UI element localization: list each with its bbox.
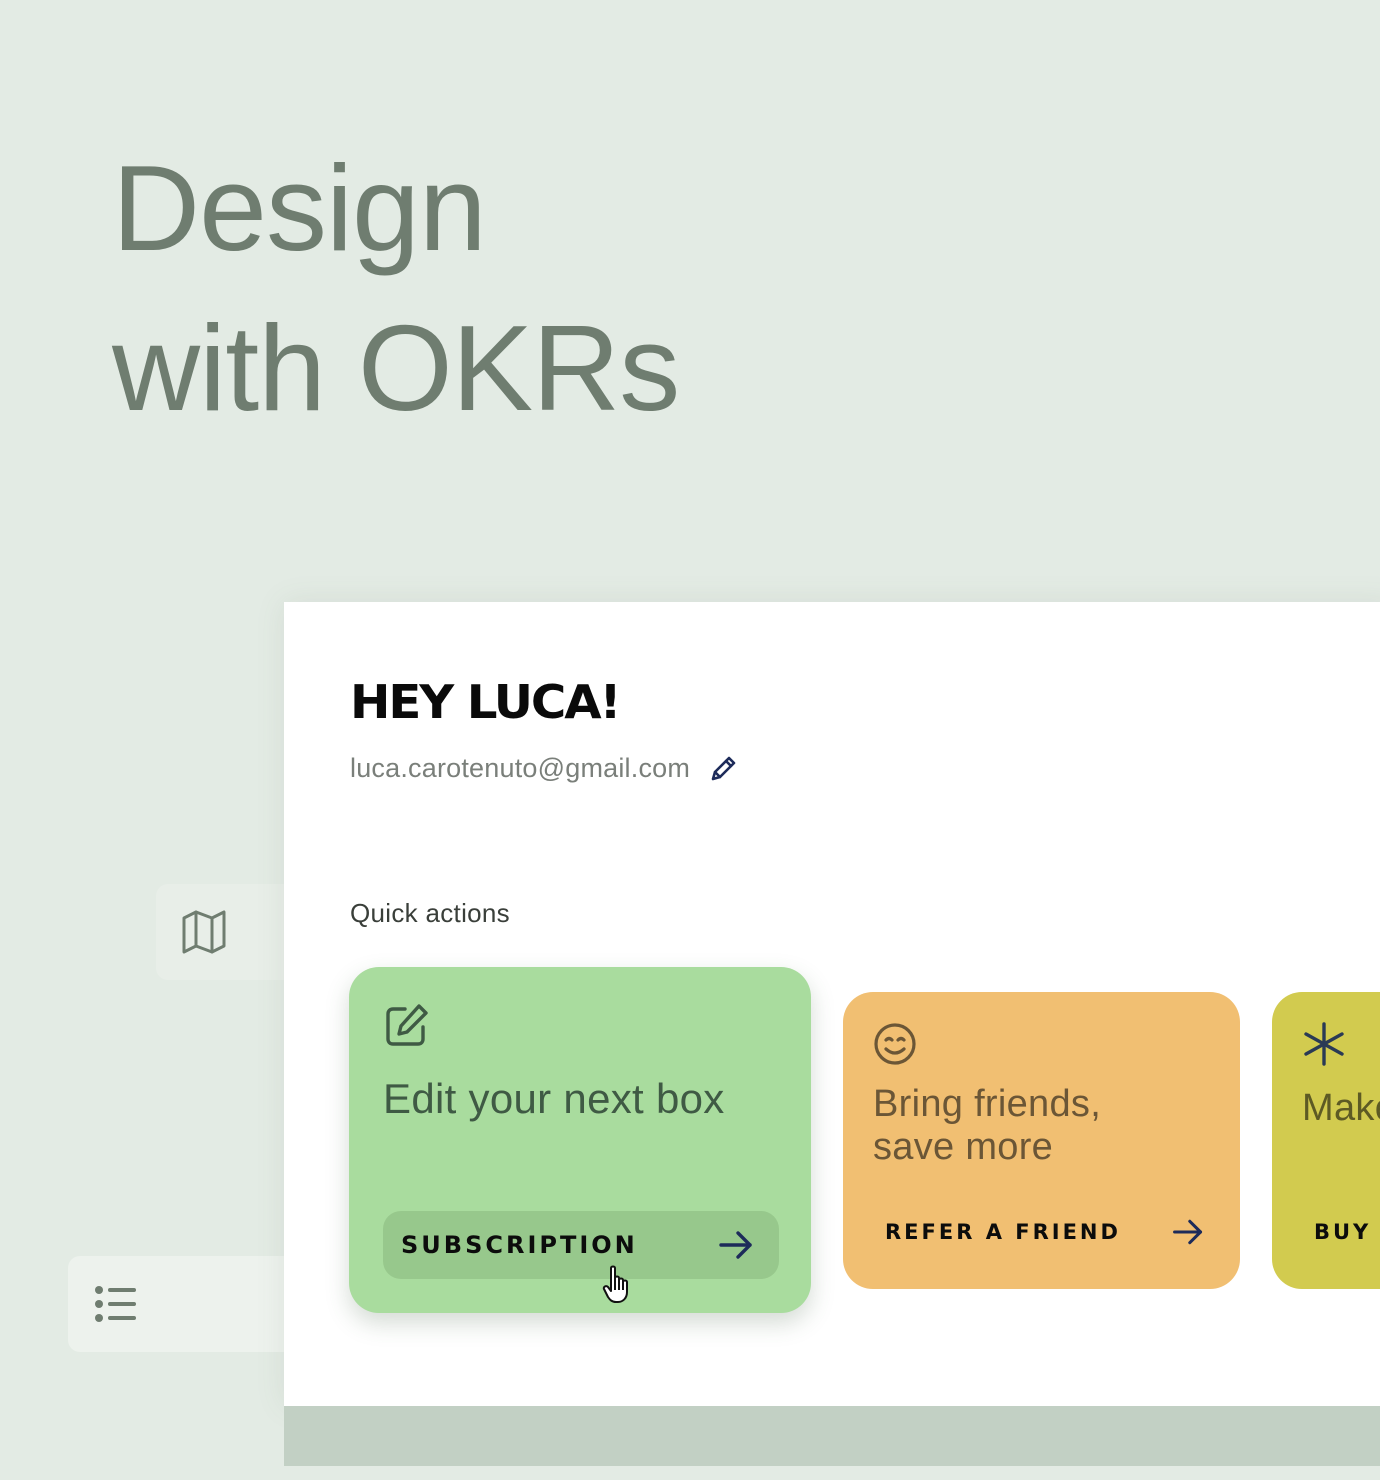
user-email: luca.carotenuto@gmail.com — [350, 752, 691, 783]
account-panel: HEY LUCA! luca.carotenuto@gmail.com Quic… — [284, 602, 1380, 1406]
arrow-right-icon — [1173, 1219, 1203, 1245]
subscription-button-label: SUBSCRIPTION — [401, 1231, 638, 1259]
refer-a-friend-button[interactable]: REFER A FRIEND — [885, 1204, 1205, 1260]
hero-line-2: with OKRs — [112, 300, 680, 436]
asterisk-icon — [1304, 1022, 1344, 1066]
side-nav-item-map[interactable] — [156, 884, 296, 980]
card-title-line-1: Bring friends, — [873, 1083, 1102, 1125]
hero-line-1: Design — [112, 140, 487, 276]
card-title: Edit your next box — [383, 1075, 725, 1122]
subscription-button[interactable]: SUBSCRIPTION — [383, 1211, 779, 1279]
card-title-line-2: save more — [873, 1126, 1054, 1168]
buy-button[interactable]: BUY A — [1314, 1204, 1380, 1260]
buy-button-label: BUY A — [1314, 1220, 1380, 1244]
email-row: luca.carotenuto@gmail.com — [350, 748, 740, 788]
smiley-icon — [874, 1023, 916, 1065]
hero-headline: Design with OKRs — [112, 128, 680, 448]
quick-action-card-edit-box[interactable]: Edit your next box SUBSCRIPTION — [349, 967, 811, 1313]
greeting-title: HEY LUCA! — [350, 675, 622, 729]
arrow-right-icon — [719, 1231, 752, 1259]
quick-actions-title: Quick actions — [350, 898, 510, 928]
hand-pointer-cursor-icon — [602, 1265, 628, 1303]
side-nav-item-list[interactable] — [68, 1256, 308, 1352]
refer-button-label: REFER A FRIEND — [885, 1220, 1121, 1244]
quick-action-card-make[interactable]: Make BUY A — [1272, 992, 1380, 1289]
card-title: Make — [1302, 1087, 1380, 1129]
pencil-icon[interactable] — [708, 752, 740, 784]
panel-bottom-strip — [284, 1406, 1380, 1466]
quick-action-card-refer[interactable]: Bring friends, save more REFER A FRIEND — [843, 992, 1240, 1289]
list-icon — [95, 1286, 136, 1322]
page: Design with OKRs HEY LUCA! luca.carotenu… — [0, 0, 1380, 1480]
map-icon — [182, 910, 226, 954]
edit-square-icon — [386, 1004, 428, 1046]
